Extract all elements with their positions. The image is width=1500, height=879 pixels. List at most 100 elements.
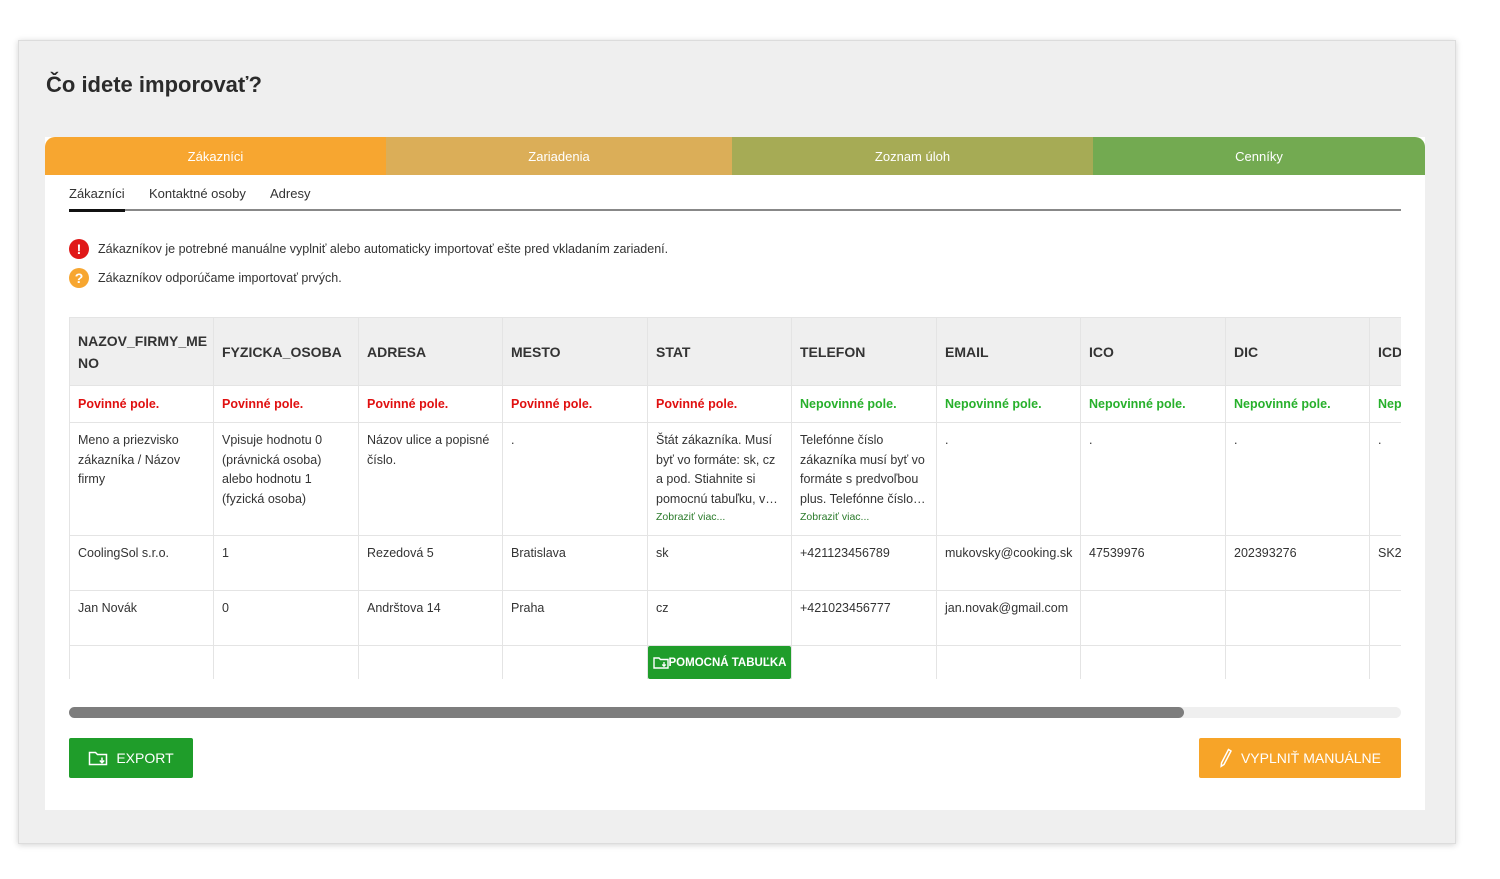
- export-button[interactable]: EXPORT: [69, 738, 193, 778]
- folder-download-icon: [652, 657, 669, 669]
- requirement-cell: Nepovinné pole.: [791, 385, 937, 423]
- description-cell: Meno a priezvisko zákazníka / Názov firm…: [69, 422, 214, 536]
- description-cell: Vpisuje hodnotu 0 (právnická osoba) aleb…: [213, 422, 359, 536]
- table-cell: Praha: [502, 590, 648, 646]
- table-cell: cz: [647, 590, 792, 646]
- requirement-cell: Povinné pole.: [502, 385, 648, 423]
- description-cell: Štát zákazníka. Musí byť vo formáte: sk,…: [647, 422, 792, 536]
- help-table-button[interactable]: POMOCNÁ TABUĽKA: [648, 646, 791, 679]
- table-header-row: NAZOV_FIRMY_ME NO FYZICKA_OSOBA ADRESA M…: [69, 317, 1401, 386]
- question-icon: ?: [69, 268, 89, 288]
- column-header: EMAIL: [936, 317, 1081, 386]
- column-header: ADRESA: [358, 317, 503, 386]
- table-cell: [69, 645, 214, 679]
- table-cell: [1080, 590, 1226, 646]
- error-icon: !: [69, 239, 89, 259]
- show-more-link[interactable]: Zobraziť viac...: [656, 510, 783, 524]
- requirement-cell: Povinné pole.: [358, 385, 503, 423]
- description-cell: Názov ulice a popisné číslo.: [358, 422, 503, 536]
- table-cell: [502, 645, 648, 679]
- column-header: NAZOV_FIRMY_ME NO: [69, 317, 214, 386]
- description-row: Meno a priezvisko zákazníka / Názov firm…: [69, 422, 1401, 536]
- step-tab-zakaznici[interactable]: Zákazníci: [45, 137, 386, 175]
- column-header: STAT: [647, 317, 792, 386]
- table-cell: [1369, 590, 1401, 646]
- requirement-row: Povinné pole. Povinné pole. Povinné pole…: [69, 385, 1401, 423]
- description-cell: .: [1080, 422, 1226, 536]
- table-cell: [1225, 590, 1370, 646]
- column-header: ICO: [1080, 317, 1226, 386]
- table-cell: 202393276: [1225, 535, 1370, 591]
- subtab-adresy[interactable]: Adresy: [270, 186, 310, 211]
- step-tab-zariadenia[interactable]: Zariadenia: [386, 137, 732, 175]
- requirement-cell: Nepovinné pole.: [936, 385, 1081, 423]
- page-title: Čo idete imporovať?: [46, 72, 262, 97]
- step-tab-zoznam-uloh[interactable]: Zoznam úloh: [732, 137, 1093, 175]
- column-header: TELEFON: [791, 317, 937, 386]
- notice-text: Zákazníkov odporúčame importovať prvých.: [98, 271, 342, 285]
- notice-text: Zákazníkov je potrebné manuálne vyplniť …: [98, 242, 669, 256]
- table-cell: [791, 645, 937, 679]
- subtab-bar: Zákazníci Kontaktné osoby Adresy: [69, 186, 1401, 212]
- table-cell: +421023456777: [791, 590, 937, 646]
- description-cell: Telefónne číslo zákazníka musí byť vo fo…: [791, 422, 937, 536]
- table-cell: Andrštova 14: [358, 590, 503, 646]
- description-cell: .: [1369, 422, 1401, 536]
- table-cell: Bratislava: [502, 535, 648, 591]
- table-footer-row: POMOCNÁ TABUĽKA: [69, 645, 1401, 679]
- requirement-cell: Povinné pole.: [647, 385, 792, 423]
- show-more-link[interactable]: Zobraziť viac...: [800, 510, 928, 524]
- step-tab-cenniky[interactable]: Cenníky: [1093, 137, 1425, 175]
- export-button-label: EXPORT: [116, 750, 174, 766]
- table-cell: sk: [647, 535, 792, 591]
- table-cell: CoolingSol s.r.o.: [69, 535, 214, 591]
- import-card: Zákazníci Zariadenia Zoznam úloh Cenníky…: [45, 137, 1425, 810]
- requirement-cell: Nep: [1369, 385, 1401, 423]
- folder-download-icon: [89, 751, 108, 766]
- description-text: Telefónne číslo zákazníka musí byť vo fo…: [800, 433, 926, 506]
- table-cell: [1369, 645, 1401, 679]
- description-cell: .: [1225, 422, 1370, 536]
- notice-recommend: ? Zákazníkov odporúčame importovať prvýc…: [69, 268, 342, 288]
- requirement-cell: Nepovinné pole.: [1080, 385, 1226, 423]
- description-cell: .: [936, 422, 1081, 536]
- table-cell: [936, 645, 1081, 679]
- column-header: ICD: [1369, 317, 1401, 386]
- table-cell: [1225, 645, 1370, 679]
- table-row: Jan Novák 0 Andrštova 14 Praha cz +42102…: [69, 590, 1401, 646]
- subtab-zakaznici[interactable]: Zákazníci: [69, 186, 125, 212]
- help-table-button-label: POMOCNÁ TABUĽKA: [668, 656, 787, 669]
- table-cell: mukovsky@cooking.sk: [936, 535, 1081, 591]
- table-cell: Jan Novák: [69, 590, 214, 646]
- table-cell: SK2: [1369, 535, 1401, 591]
- column-header: MESTO: [502, 317, 648, 386]
- table-cell: jan.novak@gmail.com: [936, 590, 1081, 646]
- requirement-cell: Povinné pole.: [213, 385, 359, 423]
- step-tabs: Zákazníci Zariadenia Zoznam úloh Cenníky: [45, 137, 1425, 175]
- import-table-scroll[interactable]: NAZOV_FIRMY_ME NO FYZICKA_OSOBA ADRESA M…: [69, 317, 1401, 679]
- table-cell: [213, 645, 359, 679]
- requirement-cell: Nepovinné pole.: [1225, 385, 1370, 423]
- column-header: DIC: [1225, 317, 1370, 386]
- table-row: CoolingSol s.r.o. 1 Rezedová 5 Bratislav…: [69, 535, 1401, 591]
- table-cell: [358, 645, 503, 679]
- requirement-cell: Povinné pole.: [69, 385, 214, 423]
- fill-manually-button[interactable]: VYPLNIŤ MANUÁLNE: [1199, 738, 1401, 778]
- pencil-icon: [1220, 748, 1232, 768]
- subtab-kontaktne-osoby[interactable]: Kontaktné osoby: [149, 186, 246, 211]
- column-header: FYZICKA_OSOBA: [213, 317, 359, 386]
- description-cell: .: [502, 422, 648, 536]
- import-table: NAZOV_FIRMY_ME NO FYZICKA_OSOBA ADRESA M…: [69, 317, 1401, 679]
- horizontal-scrollbar[interactable]: [69, 707, 1401, 718]
- description-text: Štát zákazníka. Musí byť vo formáte: sk,…: [656, 433, 778, 506]
- table-cell: Rezedová 5: [358, 535, 503, 591]
- table-cell: [1080, 645, 1226, 679]
- notice-required: ! Zákazníkov je potrebné manuálne vyplni…: [69, 239, 668, 259]
- table-cell: 1: [213, 535, 359, 591]
- fill-manually-button-label: VYPLNIŤ MANUÁLNE: [1240, 750, 1382, 766]
- scrollbar-thumb[interactable]: [69, 707, 1184, 718]
- table-cell: POMOCNÁ TABUĽKA: [647, 645, 792, 679]
- table-cell: +421123456789: [791, 535, 937, 591]
- table-cell: 0: [213, 590, 359, 646]
- table-cell: 47539976: [1080, 535, 1226, 591]
